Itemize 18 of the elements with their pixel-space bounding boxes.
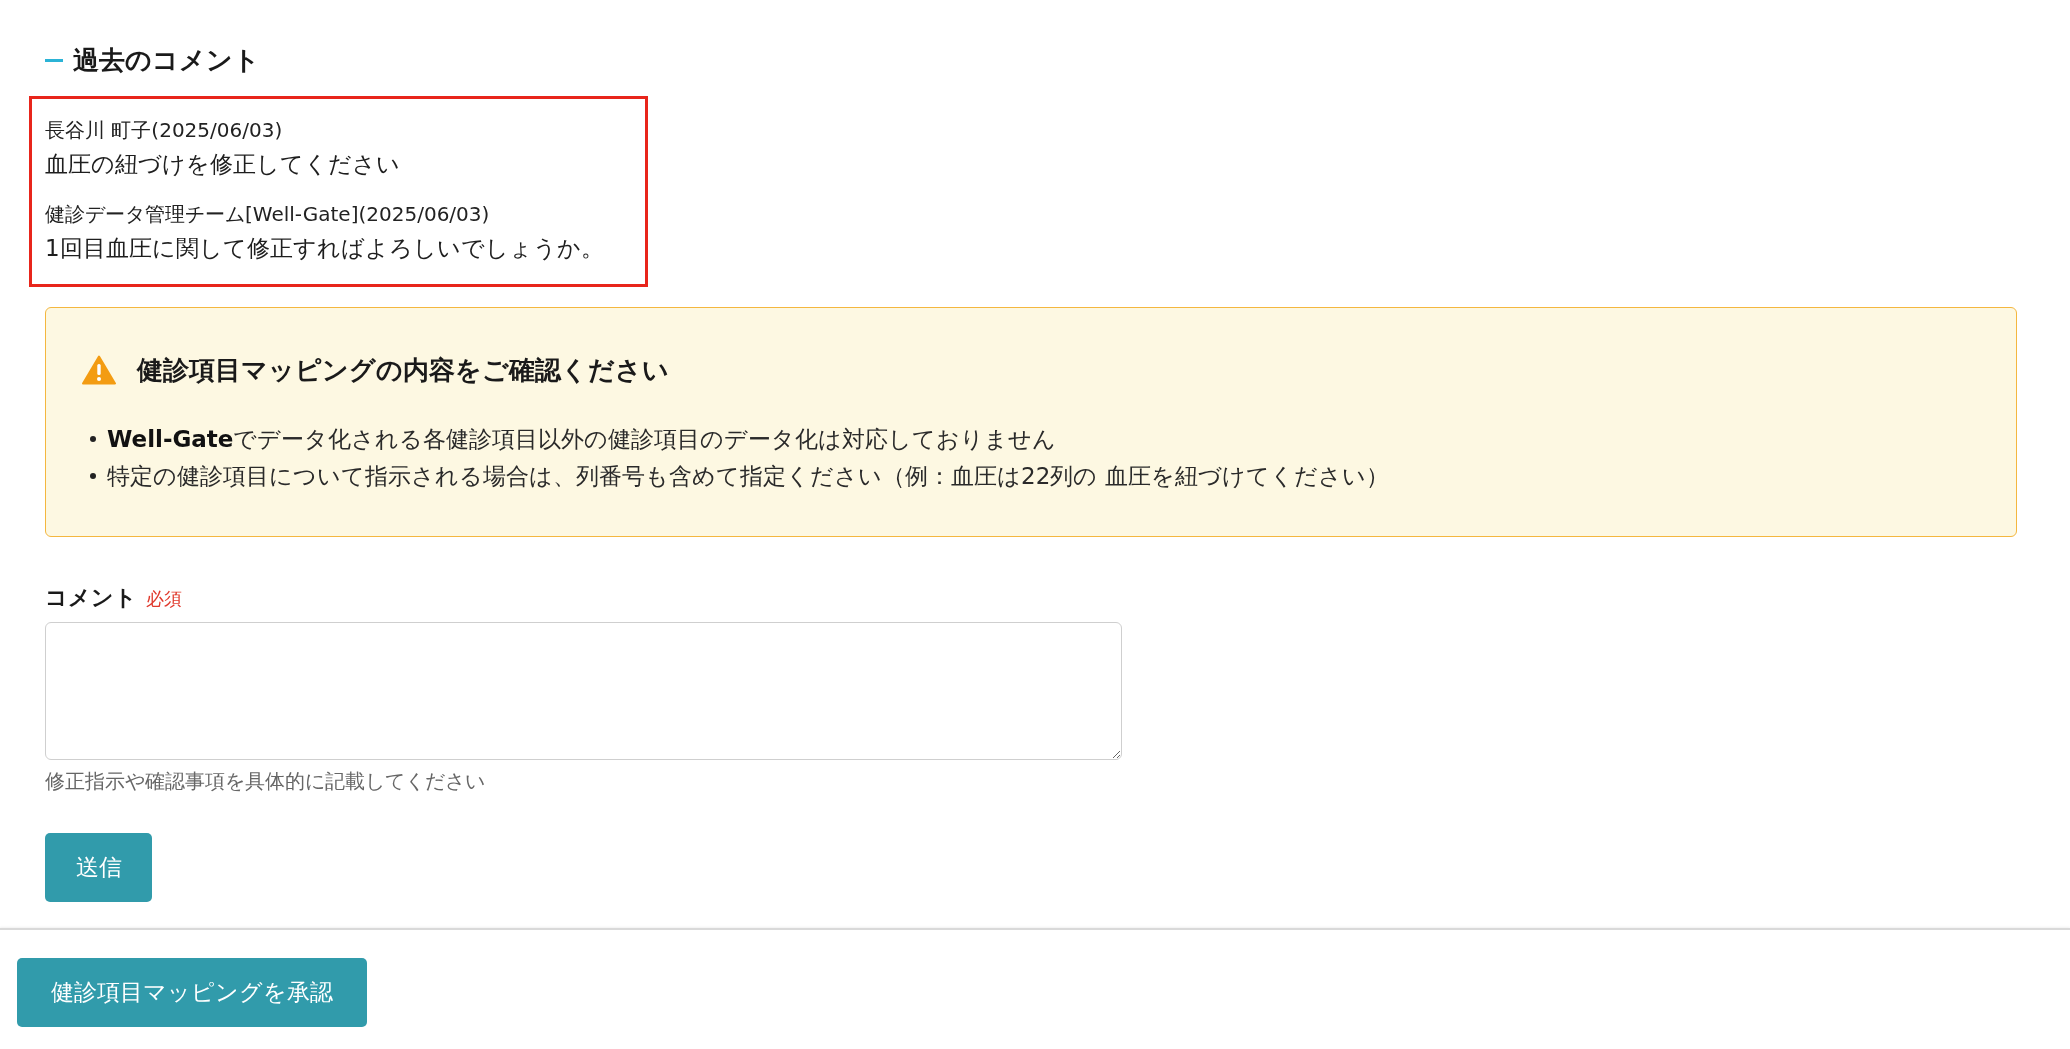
bullet-icon [90,435,96,442]
notice-item-text: 特定の健診項目について指示される場合は、列番号も含めて指定ください（例：血圧は22列の 血圧を紐づけてください） [107,461,1389,491]
help-text: 修正指示や確認事項を具体的に記載してください [45,768,485,795]
comment-field[interactable] [45,622,1122,760]
comment-author-date: 長谷川 町子(2025/06/03) [45,117,284,144]
bullet-icon [90,472,96,479]
approve-button[interactable]: 健診項目マッピングを承認 [17,958,367,1027]
field-label: コメント [45,584,137,612]
accent-bar-icon [45,58,63,62]
warning-icon [82,355,116,385]
comment-author-date: 健診データ管理チーム[Well-Gate](2025/06/03) [45,201,491,228]
notice-title: 健診項目マッピングの内容をご確認ください [137,354,669,387]
submit-button[interactable]: 送信 [45,833,152,902]
section-title: 過去のコメント [73,44,260,77]
notice-item-text: Well-Gateでデータ化される各健診項目以外の健診項目のデータ化は対応しておりません [107,424,1057,454]
comment-text: 血圧の紐づけを修正してください [45,150,401,179]
required-label: 必須 [146,587,182,611]
comment-text: 1回目血圧に関して修正すればよろしいでしょうか。 [45,234,605,263]
